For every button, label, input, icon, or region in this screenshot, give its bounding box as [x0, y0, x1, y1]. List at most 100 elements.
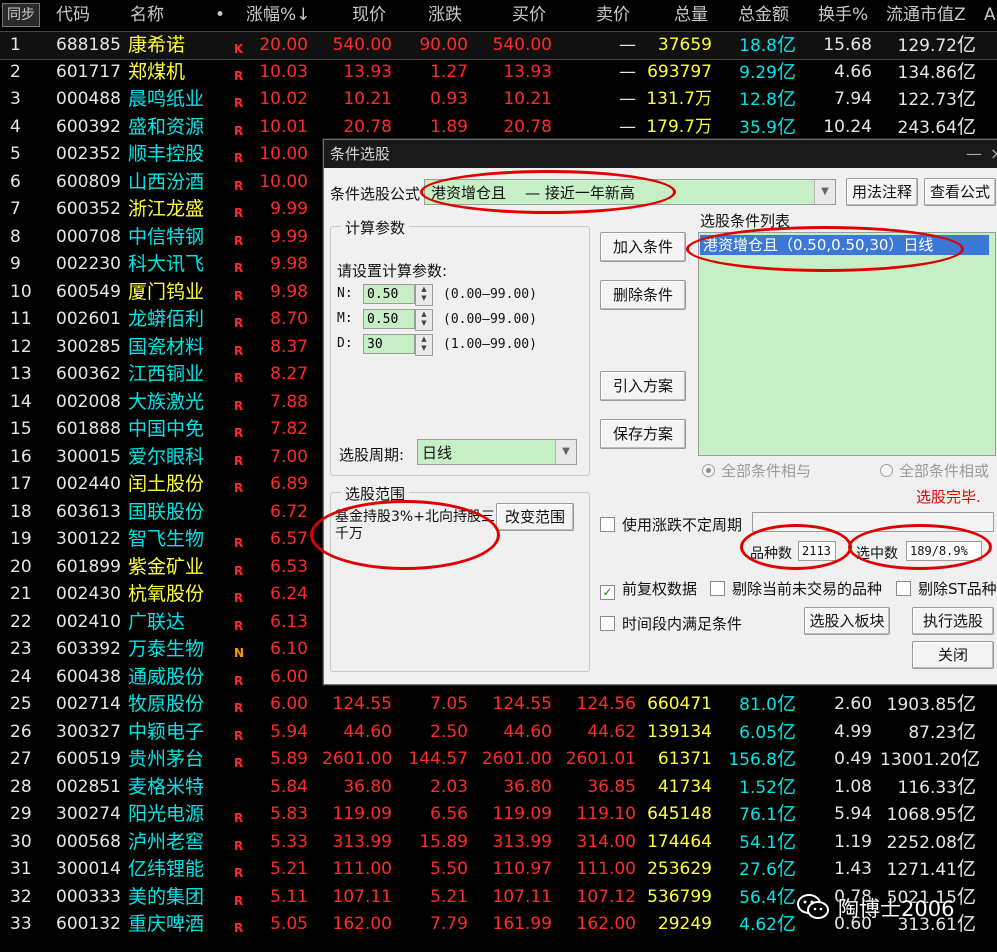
uncertain-period-field[interactable]	[752, 512, 994, 532]
prefq-checkbox[interactable]: ✓ 前复权数据	[600, 578, 697, 600]
col-code[interactable]: 代码	[56, 4, 90, 26]
col-turnover[interactable]: 换手%	[818, 4, 868, 26]
add-to-block-button[interactable]: 选股入板块	[804, 607, 890, 635]
delete-condition-button[interactable]: 删除条件	[600, 280, 686, 310]
cell-name: 山西汾酒	[128, 170, 205, 193]
wechat-icon	[797, 894, 829, 919]
cell-i: 33	[10, 914, 32, 934]
table-row[interactable]: 29 300274 阳光电源 R 5.83 119.09 6.56 119.09 119.10 6…	[0, 801, 997, 828]
cell-vol: 131.7万	[646, 89, 712, 109]
save-scheme-button[interactable]: 保存方案	[600, 419, 686, 449]
col-name[interactable]: 名称	[130, 4, 164, 26]
dialog-titlebar[interactable]: 条件选股 — ×	[324, 140, 997, 168]
table-row[interactable]: 28 002851 麦格米特 5.84 36.80 2.03 36.80 36.85 41734…	[0, 774, 997, 801]
exclude-notrade-checkbox[interactable]: 剔除当前未交易的品种	[710, 578, 882, 599]
cell-i: 6	[10, 171, 21, 192]
cell-ask: 124.56	[576, 694, 636, 714]
spin-down-icon[interactable]: ▼	[421, 344, 426, 352]
uncertain-period-checkbox[interactable]: 使用涨跌不定周期	[600, 514, 742, 535]
spin-updown-icon[interactable]: ▲ ▼	[415, 284, 433, 306]
exclude-st-checkbox[interactable]: 剔除ST品种	[896, 578, 997, 599]
table-row[interactable]: 31 300014 亿纬锂能 R 5.21 111.00 5.50 110.97 111.00 2…	[0, 856, 997, 883]
cell-i: 16	[10, 446, 32, 467]
col-change[interactable]: 涨跌	[428, 4, 462, 26]
col-more[interactable]: A	[984, 4, 996, 26]
cell-mcap-value: 2252.08	[886, 832, 957, 853]
col-pct[interactable]: 涨幅%↓	[246, 4, 310, 26]
cell-turn: 7.94	[834, 89, 872, 109]
cell-code: 600549	[56, 281, 121, 302]
execute-select-button[interactable]: 执行选股	[912, 607, 994, 635]
col-price[interactable]: 现价	[352, 4, 386, 26]
dialog-title: 条件选股	[330, 145, 391, 163]
cell-name: 重庆啤酒	[128, 913, 205, 935]
cell-code: 002851	[56, 776, 121, 797]
param-n-label: N:	[337, 286, 353, 301]
table-row[interactable]: 4 600392 盛和资源 R 10.01 20.78 1.89 20.78—179.7万 35…	[0, 114, 997, 141]
spin-up-icon[interactable]: ▲	[421, 285, 426, 293]
cell-pct: 9.98	[270, 281, 308, 302]
condition-list[interactable]: 港资增仓且（0.50,0.50,30）日线	[698, 232, 996, 456]
cell-vol: 41734	[657, 776, 712, 797]
table-row[interactable]: 26 300327 中颖电子 R 5.94 44.60 2.50 44.60 44.62 1391…	[0, 719, 997, 746]
minimize-icon[interactable]: —	[966, 140, 982, 168]
spin-down-icon[interactable]: ▼	[421, 319, 426, 327]
import-scheme-button[interactable]: 引入方案	[600, 371, 686, 401]
radio-all-or[interactable]: 全部条件相或	[880, 460, 989, 481]
close-icon[interactable]: ×	[990, 140, 997, 168]
spin-updown-icon[interactable]: ▲ ▼	[415, 334, 433, 356]
spin-down-icon[interactable]: ▼	[421, 294, 426, 302]
cell-code: 002230	[56, 254, 121, 274]
spin-updown-icon[interactable]: ▲ ▼	[415, 309, 433, 331]
close-button[interactable]: 关闭	[912, 641, 994, 669]
add-condition-button[interactable]: 加入条件	[600, 232, 686, 262]
spin-up-icon[interactable]: ▲	[421, 310, 426, 318]
view-formula-button[interactable]: 查看公式	[924, 178, 996, 206]
sync-button[interactable]: 同步	[2, 3, 40, 27]
chevron-down-icon[interactable]: ▼	[555, 440, 576, 464]
col-bid[interactable]: 买价	[512, 4, 546, 26]
cell-change: 2.03	[430, 776, 468, 797]
params-group: 计算参数 请设置计算参数: N: 0.50 ▲ ▼ (0.00—99.00) M:…	[330, 217, 590, 476]
cell-amt-unit: 亿	[776, 748, 796, 770]
cell-flag: R	[234, 921, 244, 935]
usage-notes-button[interactable]: 用法注释	[846, 178, 918, 206]
cell-mcap: 13001.20亿	[880, 746, 980, 773]
spin-up-icon[interactable]: ▲	[421, 335, 426, 343]
col-amount[interactable]: 总金额	[738, 4, 789, 26]
table-row[interactable]: 27 600519 贵州茅台 R 5.89 2601.00 144.57 2601.00 260…	[0, 746, 997, 773]
chevron-down-icon[interactable]: ▼	[814, 180, 835, 204]
table-row[interactable]: 2 601717 郑煤机 R 10.03 13.93 1.27 13.93—693797 9.2…	[0, 59, 997, 86]
cell-pct: 7.88	[270, 391, 308, 412]
radio-all-and[interactable]: 全部条件相与	[702, 460, 811, 481]
cell-change: 5.21	[430, 886, 468, 907]
param-n-input[interactable]: 0.50	[363, 284, 415, 304]
condition-list-item[interactable]: 港资增仓且（0.50,0.50,30）日线	[700, 235, 989, 255]
cell-vol: 29249	[657, 914, 712, 934]
cell-ask: 2601.01	[565, 749, 636, 769]
param-m-input[interactable]: 0.50	[363, 309, 415, 329]
cell-code: 601717	[56, 61, 121, 82]
cell-mcap: 134.86亿	[880, 59, 977, 86]
change-scope-button[interactable]: 改变范围	[496, 503, 574, 531]
param-d-input[interactable]: 30	[363, 334, 415, 354]
cell-i: 3	[10, 89, 21, 109]
period-select[interactable]: 日线 ▼	[417, 439, 577, 465]
cell-code: 000708	[56, 226, 121, 247]
cell-bid: 13.93	[503, 61, 552, 82]
period-satisfy-checkbox[interactable]: 时间段内满足条件	[600, 613, 742, 634]
table-row[interactable]: 30 000568 泸州老窖 R 5.33 313.99 15.89 313.99 314.00…	[0, 829, 997, 856]
col-ask[interactable]: 卖价	[596, 4, 630, 26]
cell-vol: 174464	[647, 831, 712, 852]
cell-name: 中颖电子	[128, 720, 205, 743]
param-m-label: M:	[337, 311, 353, 326]
cell-turn: 4.66	[834, 61, 872, 82]
formula-select[interactable]: 港资增仓且 — 接近一年新高 ▼	[424, 179, 836, 205]
col-volume[interactable]: 总量	[674, 4, 708, 26]
table-row[interactable]: 3 000488 晨鸣纸业 R 10.02 10.21 0.93 10.21—131.7万 12…	[0, 86, 997, 113]
col-mcap[interactable]: 流通市值Z	[886, 4, 966, 26]
table-row[interactable]: 1 688185 康希诺 K 20.00 540.00 90.00 540.00—37659 1…	[0, 31, 997, 60]
cell-mcap: 122.73亿	[880, 86, 977, 113]
cell-name: 浙江龙盛	[128, 198, 205, 220]
table-row[interactable]: 25 002714 牧原股份 R 6.00 124.55 7.05 124.55 124.56 6…	[0, 691, 997, 718]
